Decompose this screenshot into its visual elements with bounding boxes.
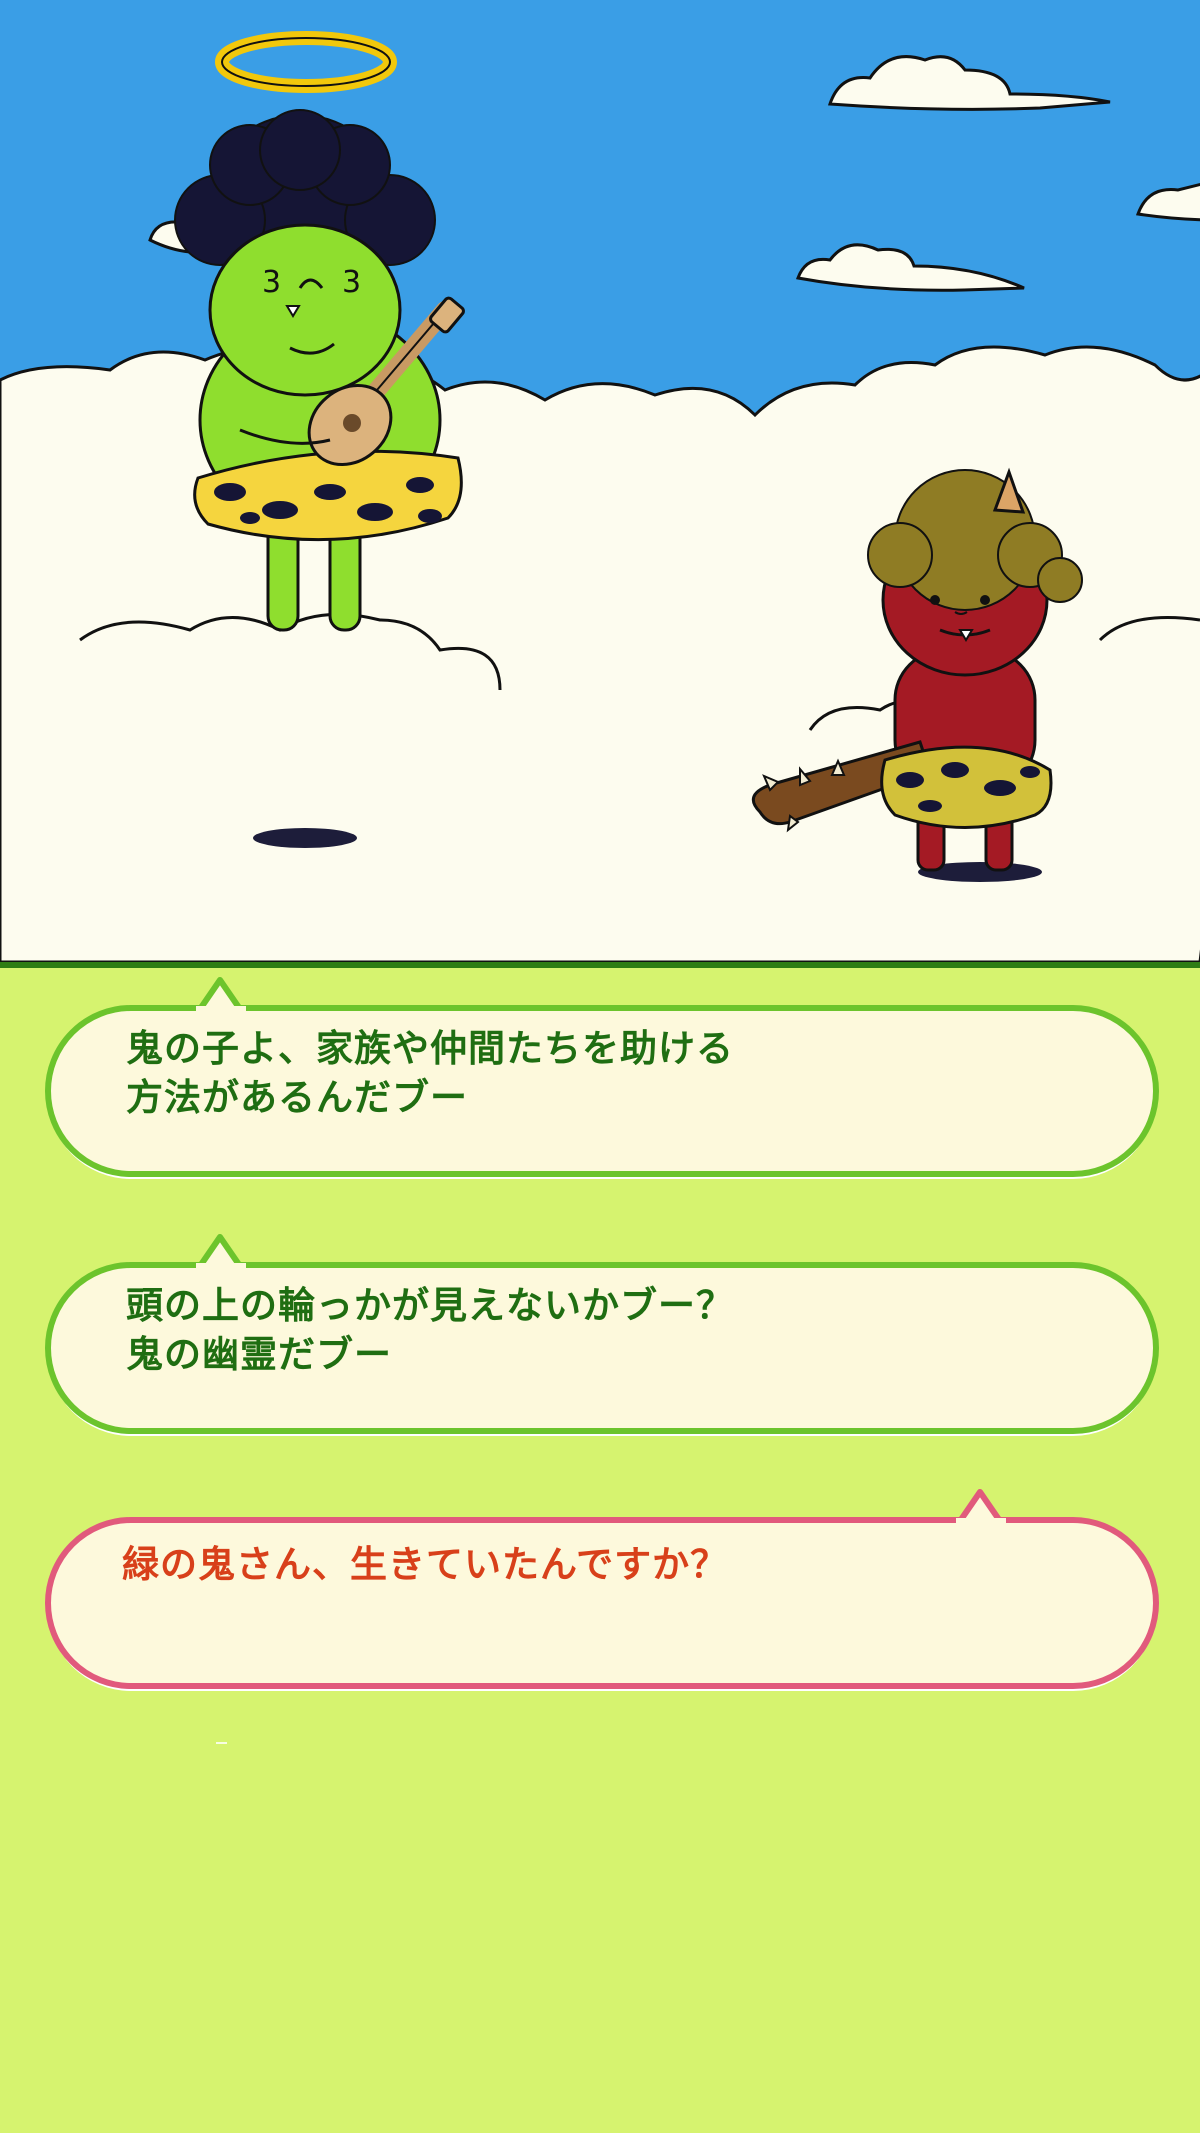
svg-text:3: 3 — [342, 265, 361, 300]
npc-speech-bubble[interactable]: 頭の上の輪っかが見えないかブー？ 鬼の幽霊だブー — [0, 1225, 1200, 1445]
player-speech-bubble[interactable]: 緑の鬼さん、生きていたんですか？ — [0, 1480, 1200, 1700]
dialogue-text: 緑の鬼さん、生きていたんですか？ — [122, 1543, 729, 1586]
shadow — [253, 828, 357, 848]
svg-text:3: 3 — [262, 265, 281, 300]
dialogue-log: 鬼の子よ、家族や仲間たちを助ける 方法があるんだブー 頭の上の輪っかが見えないか… — [0, 968, 1200, 2133]
dialogue-text: 鬼の子よ、家族や仲間たちを助ける 方法があるんだブー — [126, 1027, 734, 1119]
speech-bubble-frame — [45, 1489, 1159, 1691]
npc-speech-bubble[interactable]: 鬼の子よ、家族や仲間たちを助ける 方法があるんだブー — [0, 968, 1200, 1188]
dialogue-text: 頭の上の輪っかが見えないかブー？ 鬼の幽霊だブー — [126, 1284, 734, 1376]
divider-mark — [216, 1742, 227, 1744]
scene-illustration: 3 3 — [0, 0, 1200, 964]
game-scene: 3 3 — [0, 0, 1200, 964]
